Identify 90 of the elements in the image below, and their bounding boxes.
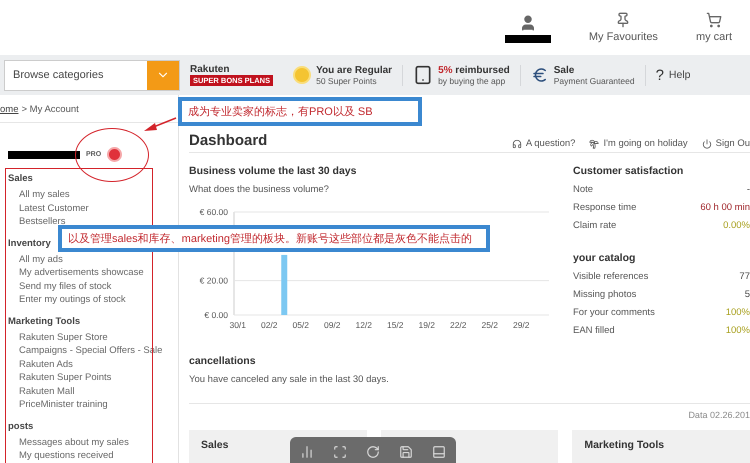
- metric-value: 5: [744, 289, 750, 302]
- panel-icon[interactable]: [432, 445, 446, 459]
- section-title: cancellations: [189, 355, 257, 367]
- sidebar-link[interactable]: Send my files of stock: [19, 280, 112, 293]
- rotate-icon[interactable]: [366, 445, 380, 459]
- tablet-icon: [413, 65, 434, 85]
- sidebar-link[interactable]: Latest Customer: [19, 202, 89, 215]
- metric-value: 60 h 00 min: [700, 202, 750, 215]
- date-text: Data 02.26.201: [687, 410, 750, 420]
- section-title: posts: [8, 420, 34, 432]
- scan-icon[interactable]: [332, 445, 347, 459]
- metric-label: Response time: [573, 202, 636, 215]
- metric-label: For your comments: [573, 307, 655, 320]
- axis-label: 12/2: [355, 320, 372, 330]
- axis-label: € 0.00: [204, 310, 228, 320]
- axis-label: 09/2: [324, 320, 341, 330]
- promo-subtitle: Payment Guaranteed: [554, 76, 635, 86]
- seller-badge-icon: [107, 147, 122, 162]
- axis-label: € 20.00: [200, 276, 228, 286]
- section-title: your catalog: [573, 252, 636, 264]
- axis-label: 02/2: [260, 320, 278, 330]
- sidebar-link[interactable]: Rakuten Mall: [19, 384, 74, 398]
- metric-value: 0.00%: [723, 220, 750, 233]
- promo-title: Sale: [554, 64, 576, 76]
- header-link[interactable]: My Favourites: [588, 31, 658, 43]
- sidebar-link[interactable]: My questions received: [19, 449, 114, 462]
- sidebar-link[interactable]: Messages about my sales: [19, 436, 129, 449]
- metric-label: Missing photos: [573, 289, 636, 302]
- dashboard-card[interactable]: Marketing Tools: [572, 430, 750, 463]
- metric-value: 77: [739, 271, 750, 284]
- axis-label: 29/2: [512, 320, 530, 330]
- logo[interactable]: Rakuten: [190, 64, 274, 75]
- promo-subtitle: 50 Super Points: [316, 76, 378, 86]
- section-title: Customer satisfaction: [573, 165, 684, 177]
- sidebar-link[interactable]: All my ads: [19, 252, 63, 266]
- sidebar-link[interactable]: Rakuten Super Store: [19, 330, 108, 344]
- metric-label: Note: [573, 184, 594, 197]
- metric-label: Visible references: [573, 271, 648, 284]
- sidebar-link[interactable]: All my sales: [19, 188, 70, 202]
- section-title: Inventory: [8, 238, 51, 248]
- help-link[interactable]: Help: [668, 69, 691, 81]
- section-title: Sales: [8, 173, 33, 184]
- annotation-arrow: [143, 116, 177, 132]
- metric-value: 100%: [726, 325, 750, 338]
- axis-label: 30/1: [229, 320, 246, 330]
- header-link[interactable]: my cart: [696, 31, 732, 43]
- page-title: Dashboard: [189, 132, 268, 149]
- metric-value: 100%: [726, 307, 750, 320]
- cart-icon[interactable]: [706, 12, 722, 28]
- sidebar-link[interactable]: My advertisements showcase: [19, 266, 144, 280]
- sidebar-link[interactable]: Rakuten Super Points: [19, 371, 112, 384]
- axis-label: 05/2: [292, 320, 310, 330]
- coin-icon: [293, 66, 312, 84]
- metric-label: EAN filled: [573, 325, 615, 338]
- help-icon[interactable]: ?: [656, 66, 664, 84]
- axis-label: 22/2: [450, 320, 467, 330]
- action-link[interactable]: Sign Ou: [716, 138, 750, 149]
- bar: [281, 254, 288, 315]
- redacted-name: [8, 150, 80, 158]
- action-link[interactable]: I'm going on holiday: [603, 138, 688, 149]
- axis-label: 25/2: [481, 320, 498, 330]
- sidebar-link[interactable]: PriceMinister training: [19, 398, 108, 412]
- category-dropdown[interactable]: Browse categories: [4, 60, 180, 90]
- section-subtitle: What does the business volume?: [189, 184, 330, 195]
- cancellations-text: You have canceled any sale in the last 30 days.: [189, 374, 390, 385]
- annotation-note: 成为专业卖家的标志，有PRO以及 SB: [178, 97, 422, 126]
- axis-label: 19/2: [418, 320, 436, 330]
- pin-icon[interactable]: [615, 12, 632, 28]
- redacted-name: [504, 35, 551, 43]
- section-title: Marketing Tools: [8, 316, 80, 326]
- action-link[interactable]: A question?: [526, 138, 576, 149]
- metric-value: -: [746, 184, 750, 197]
- euro-icon: [530, 66, 549, 84]
- sidebar-link[interactable]: Enter my outings of stock: [19, 293, 126, 306]
- metric-label: Claim rate: [573, 220, 616, 233]
- promo-title: 5% reimbursed: [438, 64, 510, 76]
- sidebar-link[interactable]: Rakuten Ads: [19, 358, 73, 371]
- headset-icon: [512, 138, 522, 148]
- columns-icon[interactable]: [300, 445, 314, 459]
- promo-subtitle: by buying the app: [438, 76, 506, 86]
- axis-label: € 60.00: [200, 207, 228, 217]
- section-title: Business volume the last 30 days: [189, 165, 358, 177]
- save-icon[interactable]: [399, 445, 414, 459]
- axis-label: 15/2: [386, 320, 404, 330]
- promo-title: You are Regular: [316, 64, 392, 76]
- breadcrumb-current: > My Account: [21, 104, 79, 115]
- power-icon: [702, 138, 712, 148]
- breadcrumb-link[interactable]: ome: [0, 104, 18, 115]
- annotation-note: 以及管理sales和库存、marketing管理的板块。新账号这些部位都是灰色不能点击的: [58, 225, 490, 252]
- palm-tree-icon: [589, 138, 600, 148]
